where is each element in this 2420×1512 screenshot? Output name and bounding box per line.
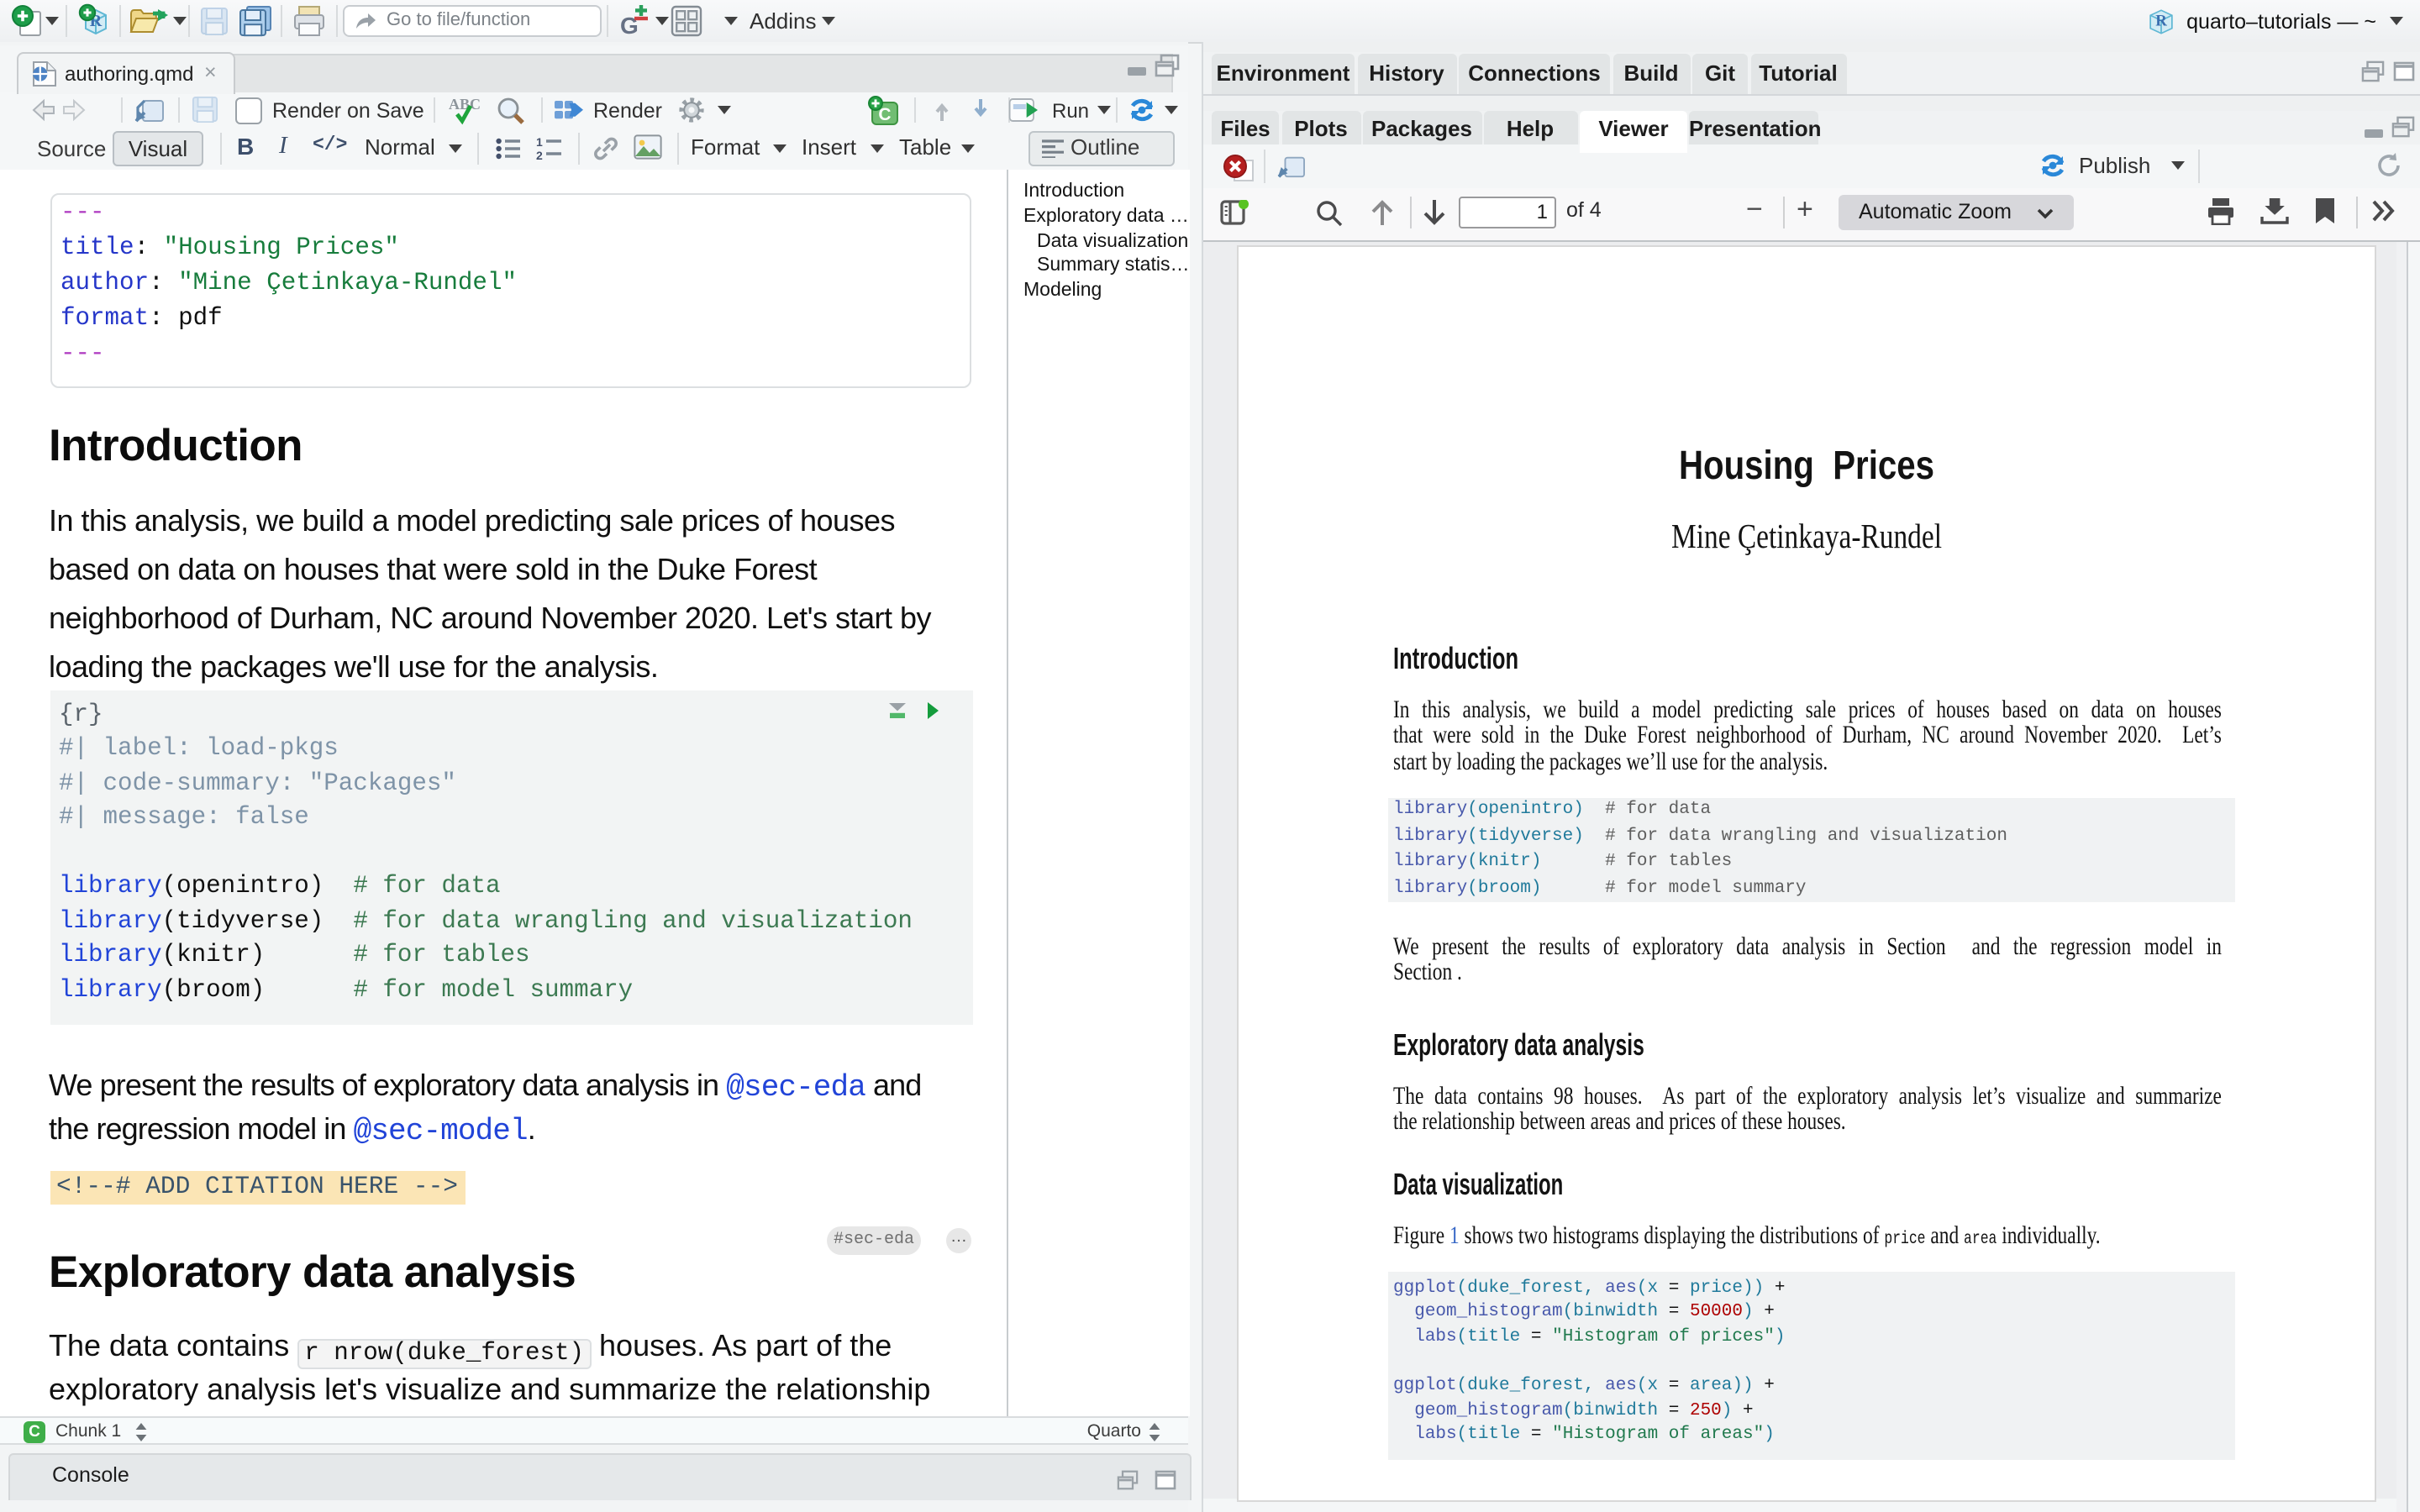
svg-text:G: G	[620, 13, 639, 37]
svg-text:R: R	[2155, 11, 2167, 29]
svg-text:1: 1	[536, 136, 543, 149]
svg-text:ABC: ABC	[449, 96, 481, 113]
svg-text:2: 2	[536, 149, 543, 160]
